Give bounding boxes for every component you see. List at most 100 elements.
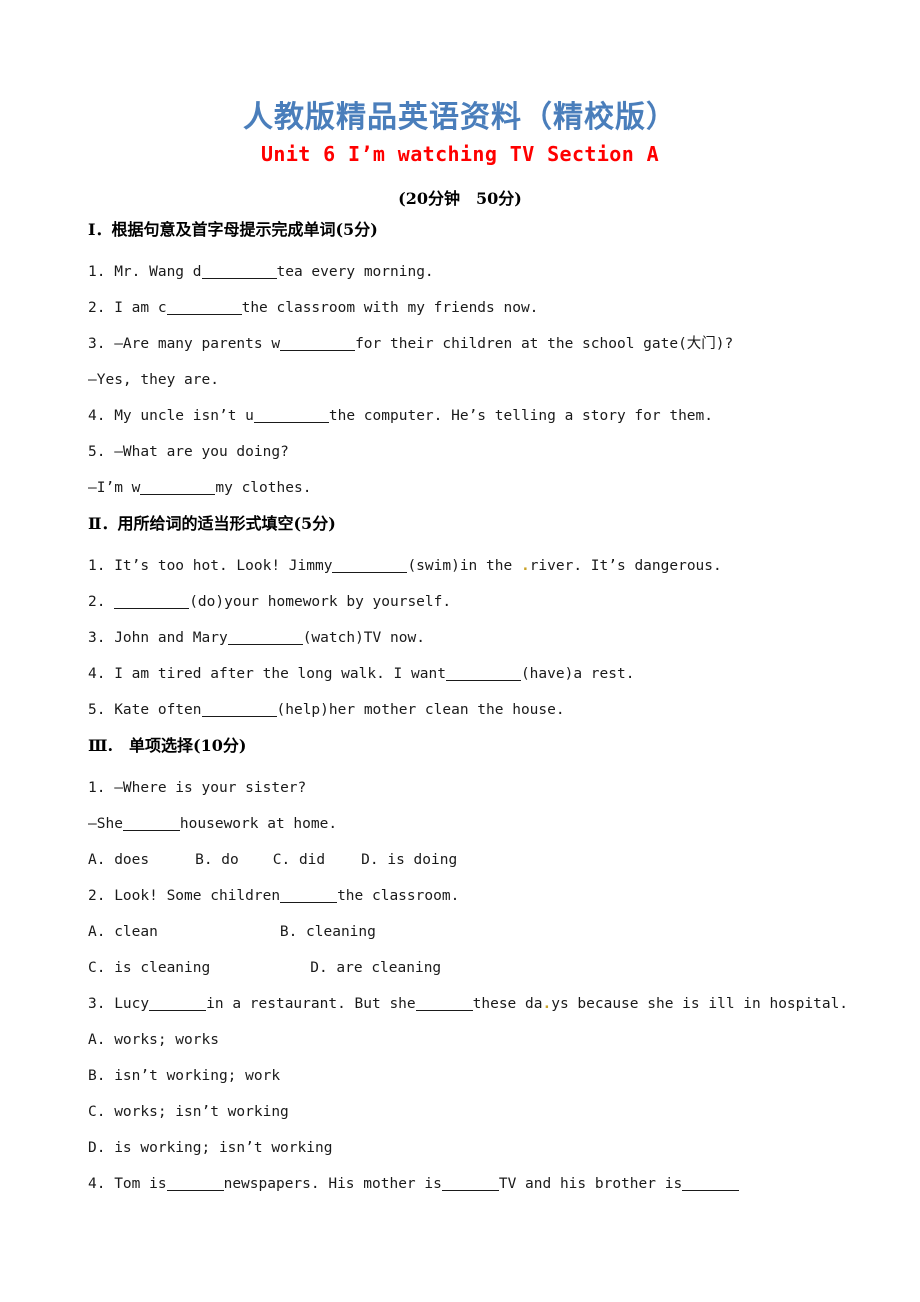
answer-blank[interactable] (166, 1177, 224, 1191)
question-text: (do)your homework by yourself. (189, 594, 452, 610)
question-line: B. isn’t working; work (88, 1058, 878, 1094)
question-text: —I’m w (88, 480, 141, 496)
question-text: —Where is your sister? (114, 780, 307, 796)
question-text: Tom is (114, 1176, 167, 1192)
question-text: C. works; isn’t working (88, 1104, 289, 1120)
question-number: 3. (88, 336, 115, 352)
question-line: D. is working; isn’t working (88, 1130, 878, 1166)
answer-option[interactable]: B. cleaning (280, 924, 376, 940)
answer-option[interactable]: A. clean (88, 924, 158, 940)
question-text: (watch)TV now. (302, 630, 425, 646)
question-line: 3. —Are many parents w for their children… (88, 326, 878, 362)
question-number: 3. (88, 630, 115, 646)
question-line: 1. Mr. Wang d tea every morning. (88, 254, 878, 290)
question-text: I am tired after the long walk. I want (114, 666, 446, 682)
answer-blank[interactable] (149, 997, 207, 1011)
proofing-mark: . (542, 996, 552, 1012)
question-text: Kate often (114, 702, 202, 718)
question-number: 4. (88, 666, 115, 682)
worksheet-body: Ⅰ．根据句意及首字母提示完成单词(5分) 1. Mr. Wang d tea eve… (88, 218, 878, 1202)
question-text: Look! Some children (114, 888, 281, 904)
question-text: the computer. He’s telling a story for t… (328, 408, 713, 424)
answer-blank[interactable] (114, 595, 190, 609)
answer-blank[interactable] (441, 1177, 499, 1191)
page-title-chinese: 人教版精品英语资料（精校版） (243, 100, 677, 135)
question-text: (help)her mother clean the house. (276, 702, 565, 718)
proofing-mark: . (520, 558, 530, 574)
question-text: —Are many parents w (114, 336, 281, 352)
unit-title: Unit 6 I’m watching TV Section A (260, 142, 660, 166)
question-text: My uncle isn’t u (114, 408, 254, 424)
answer-blank[interactable] (201, 265, 277, 279)
answer-blank[interactable] (227, 631, 303, 645)
answer-blank[interactable] (201, 703, 277, 717)
question-text: Mr. Wang d (114, 264, 202, 280)
option-row: A. does B. do C. did D. is doing (88, 842, 878, 878)
question-text: (have)a rest. (520, 666, 635, 682)
question-line: 3. John and Mary (watch)TV now. (88, 620, 878, 656)
question-text: the classroom with my friends now. (241, 300, 539, 316)
question-number: 1. (88, 558, 115, 574)
question-line: 4. My uncle isn’t u the computer. He’s te… (88, 398, 878, 434)
question-text: the classroom. (337, 888, 460, 904)
answer-blank[interactable] (140, 481, 216, 495)
question-line: 3. Lucy in a restaurant. But she these da.… (88, 986, 878, 1022)
question-text: —She (88, 816, 123, 832)
question-text: these da (472, 996, 543, 1012)
answer-blank[interactable] (682, 1177, 740, 1191)
question-text: ys because she is ill in hospital. (551, 996, 849, 1012)
question-text: B. isn’t working; work (88, 1068, 281, 1084)
question-text: —Yes, they are. (88, 372, 219, 388)
question-line: 5. —What are you doing? (88, 434, 878, 470)
answer-blank[interactable] (122, 817, 180, 831)
question-text: It’s too hot. Look! Jimmy (114, 558, 333, 574)
answer-option[interactable]: D. are cleaning (310, 960, 441, 976)
question-line: 2. (do)your homework by yourself. (88, 584, 878, 620)
answer-option[interactable]: C. did (273, 852, 325, 868)
answer-blank[interactable] (253, 409, 329, 423)
answer-option[interactable]: D. is doing (361, 852, 457, 868)
answer-blank[interactable] (332, 559, 408, 573)
question-number: 4. (88, 408, 115, 424)
question-line: A. works; works (88, 1022, 878, 1058)
answer-blank[interactable] (280, 337, 356, 351)
question-text: housework at home. (179, 816, 338, 832)
option-row: A. clean B. cleaning (88, 914, 878, 950)
answer-blank[interactable] (445, 667, 521, 681)
question-line: 5. Kate often (help)her mother clean the … (88, 692, 878, 728)
answer-blank[interactable] (415, 997, 473, 1011)
question-line: 4. I am tired after the long walk. I wan… (88, 656, 878, 692)
section-heading: Ⅱ．用所给词的适当形式填空(5分) (88, 514, 336, 533)
question-line: —Yes, they are. (88, 362, 878, 398)
question-number: 2. (88, 888, 115, 904)
question-number: 1. (88, 780, 115, 796)
answer-option[interactable]: B. do (195, 852, 239, 868)
question-number: 4. (88, 1176, 115, 1192)
question-text: A. works; works (88, 1032, 219, 1048)
question-text: TV and his brother is (498, 1176, 683, 1192)
question-text: Lucy (114, 996, 150, 1012)
question-line: —I’m w my clothes. (88, 470, 878, 506)
time-and-score: (20分钟 50分) (398, 189, 522, 208)
worksheet-page: 人教版精品英语资料（精校版） Unit 6 I’m watching TV Se… (0, 0, 920, 1302)
answer-option[interactable]: C. is cleaning (88, 960, 210, 976)
question-text: I am c (114, 300, 167, 316)
question-text: —What are you doing? (114, 444, 289, 460)
question-text: D. is working; isn’t working (88, 1140, 333, 1156)
section-heading: Ⅰ．根据句意及首字母提示完成单词(5分) (88, 220, 378, 239)
question-line: 1. It’s too hot. Look! Jimmy (swim)in the… (88, 548, 878, 584)
answer-option[interactable]: A. does (88, 852, 149, 868)
answer-blank[interactable] (280, 889, 338, 903)
question-line: 1. —Where is your sister? (88, 770, 878, 806)
question-number: 5. (88, 702, 115, 718)
question-text: river. It’s dangerous. (529, 558, 722, 574)
question-text: John and Mary (114, 630, 228, 646)
question-text: tea every morning. (276, 264, 434, 280)
question-text: for their children at the school gate(大门… (355, 336, 734, 352)
question-line: C. works; isn’t working (88, 1094, 878, 1130)
answer-blank[interactable] (166, 301, 242, 315)
question-text: in a restaurant. But she (206, 996, 416, 1012)
question-number: 2. (88, 594, 115, 610)
question-number: 1. (88, 264, 115, 280)
section-heading: Ⅲ. 单项选择(10分) (88, 736, 247, 755)
